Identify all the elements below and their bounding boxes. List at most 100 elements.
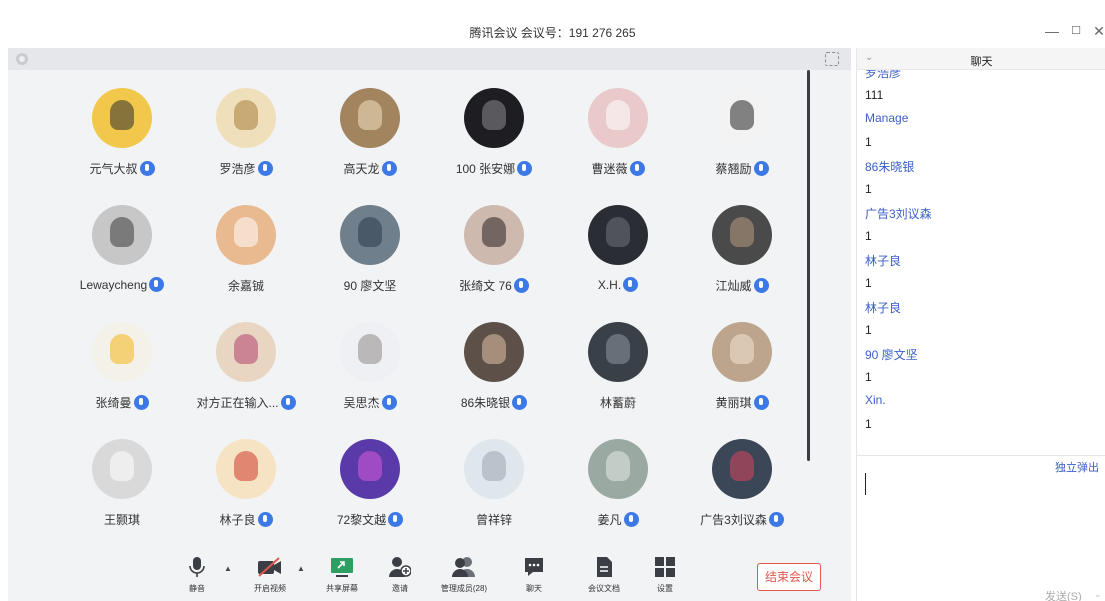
participant-tile[interactable]: 广告3刘议森 xyxy=(676,439,806,539)
participant-tile[interactable]: X.H. xyxy=(552,205,682,305)
participant-name: 林子良 xyxy=(180,511,312,528)
video-options-caret[interactable]: ▲ xyxy=(297,564,305,573)
participant-name-text: 张绮文 76 xyxy=(459,279,512,293)
participant-tile[interactable]: 张绮文 76 xyxy=(428,205,558,305)
chat-sender: Xin. xyxy=(865,393,886,407)
participant-name: 蔡翘励 xyxy=(676,160,808,177)
participant-tile[interactable]: 86朱晓银 xyxy=(428,322,558,422)
mute-button[interactable]: 静音 xyxy=(167,556,227,594)
participant-tile[interactable]: 林蓄蔚 xyxy=(552,322,682,422)
video-button[interactable]: 开启视频 xyxy=(240,556,300,594)
mic-status-icon xyxy=(280,395,296,410)
meeting-docs-button[interactable]: 会议文档 xyxy=(574,556,634,594)
chat-title: 聊天 xyxy=(970,56,993,68)
settings-button[interactable]: 设置 xyxy=(635,556,695,594)
participant-name-text: Lewaycheng xyxy=(79,278,148,292)
participant-tile[interactable]: 林子良 xyxy=(180,439,310,539)
chat-sender: 86朱晓银 xyxy=(865,160,915,174)
avatar xyxy=(340,322,400,382)
mic-status-icon xyxy=(623,512,639,527)
chat-message-list[interactable]: 罗浩彦 111 Manage 1 86朱晓银 1 广告3刘议森 1 林子良 1 林子良 1 90 廖文坚… xyxy=(857,70,1105,455)
mic-status-icon xyxy=(753,278,769,293)
participant-name-text: 对方正在输入... xyxy=(196,396,279,410)
participant-tile[interactable]: 张绮曼 xyxy=(56,322,186,422)
chat-input-caret[interactable] xyxy=(865,473,866,495)
participant-tile[interactable]: 罗浩彦 xyxy=(180,88,310,188)
mic-status-icon xyxy=(512,395,528,410)
avatar-figure xyxy=(234,334,258,364)
mic-status-icon xyxy=(768,512,784,527)
participant-name: 高天龙 xyxy=(304,160,436,177)
avatar-figure xyxy=(110,217,134,247)
avatar xyxy=(92,439,152,499)
mic-status-icon xyxy=(753,161,769,176)
participant-tile[interactable]: 姜凡 xyxy=(552,439,682,539)
chat-message-text: 1 xyxy=(865,182,872,196)
avatar xyxy=(464,439,524,499)
participant-tile[interactable]: 王颢琪 xyxy=(56,439,186,539)
participant-name-text: 蔡翘励 xyxy=(715,162,752,176)
participant-name: 江灿威 xyxy=(676,277,808,294)
participant-tile[interactable]: 72黎文越 xyxy=(304,439,434,539)
chat-sender: 林子良 xyxy=(865,254,902,268)
participant-tile[interactable]: 黄丽琪 xyxy=(676,322,806,422)
participant-name-text: 86朱晓银 xyxy=(460,396,511,410)
participant-name-text: 72黎文越 xyxy=(336,513,387,527)
avatar-figure xyxy=(606,334,630,364)
participant-tile[interactable]: 余嘉铖 xyxy=(180,205,310,305)
share-screen-button[interactable]: 共享屏幕 xyxy=(312,556,372,594)
participant-tile[interactable]: 江灿威 xyxy=(676,205,806,305)
mute-options-caret[interactable]: ▲ xyxy=(224,564,232,573)
chat-button[interactable]: 聊天 xyxy=(504,556,564,594)
chat-sender: 90 廖文坚 xyxy=(865,348,918,362)
participant-name: 林蓄蔚 xyxy=(552,394,684,411)
participant-tile[interactable]: 对方正在输入... xyxy=(180,322,310,422)
avatar-figure xyxy=(358,451,382,481)
video-label: 开启视频 xyxy=(254,584,286,593)
mic-status-icon xyxy=(257,161,273,176)
participant-name: 100 张安娜 xyxy=(428,160,560,177)
document-icon xyxy=(593,556,615,578)
mic-status-icon xyxy=(753,395,769,410)
chat-header: ⌄ 聊天 xyxy=(857,48,1105,70)
avatar xyxy=(712,439,772,499)
participant-tile[interactable]: Lewaycheng xyxy=(56,205,186,305)
meeting-docs-label: 会议文档 xyxy=(588,584,620,593)
minimize-button[interactable]: — xyxy=(1044,23,1060,39)
fullscreen-icon[interactable] xyxy=(825,52,839,66)
chat-divider xyxy=(857,455,1105,456)
participant-name: 90 廖文坚 xyxy=(304,277,436,294)
avatar-figure xyxy=(234,217,258,247)
send-button[interactable]: 发送(S) xyxy=(1045,588,1082,601)
end-meeting-button[interactable]: 结束会议 xyxy=(757,563,821,591)
video-top-bar xyxy=(8,48,851,70)
avatar-figure xyxy=(234,451,258,481)
security-icon[interactable] xyxy=(16,53,28,65)
participant-tile[interactable]: 吴思杰 xyxy=(304,322,434,422)
avatar xyxy=(588,88,648,148)
participant-tile[interactable]: 元气大叔 xyxy=(56,88,186,188)
manage-members-button[interactable]: 管理成员(28) xyxy=(434,556,494,594)
participant-tile[interactable]: 高天龙 xyxy=(304,88,434,188)
share-screen-icon xyxy=(330,556,354,578)
send-options-caret[interactable]: ⌄ xyxy=(1094,589,1102,600)
participant-name-text: 元气大叔 xyxy=(89,162,138,176)
microphone-icon xyxy=(186,556,208,578)
avatar-figure xyxy=(482,451,506,481)
mute-label: 静音 xyxy=(189,584,205,593)
avatar xyxy=(92,205,152,265)
avatar-figure xyxy=(606,451,630,481)
avatar-figure xyxy=(482,217,506,247)
participant-tile[interactable]: 曾祥锌 xyxy=(428,439,558,539)
participant-tile[interactable]: 90 廖文坚 xyxy=(304,205,434,305)
popout-chat-link[interactable]: 独立弹出 xyxy=(1055,459,1099,475)
participant-name: 张绮曼 xyxy=(56,394,188,411)
chat-message-text: 1 xyxy=(865,417,872,431)
chat-label: 聊天 xyxy=(526,584,542,593)
close-button[interactable]: ✕ xyxy=(1091,23,1105,39)
invite-button[interactable]: 邀请 xyxy=(370,556,430,594)
participant-tile[interactable]: 曹迷薇 xyxy=(552,88,682,188)
participant-tile[interactable]: 100 张安娜 xyxy=(428,88,558,188)
maximize-button[interactable]: ☐ xyxy=(1068,23,1084,39)
participant-tile[interactable]: 蔡翘励 xyxy=(676,88,806,188)
